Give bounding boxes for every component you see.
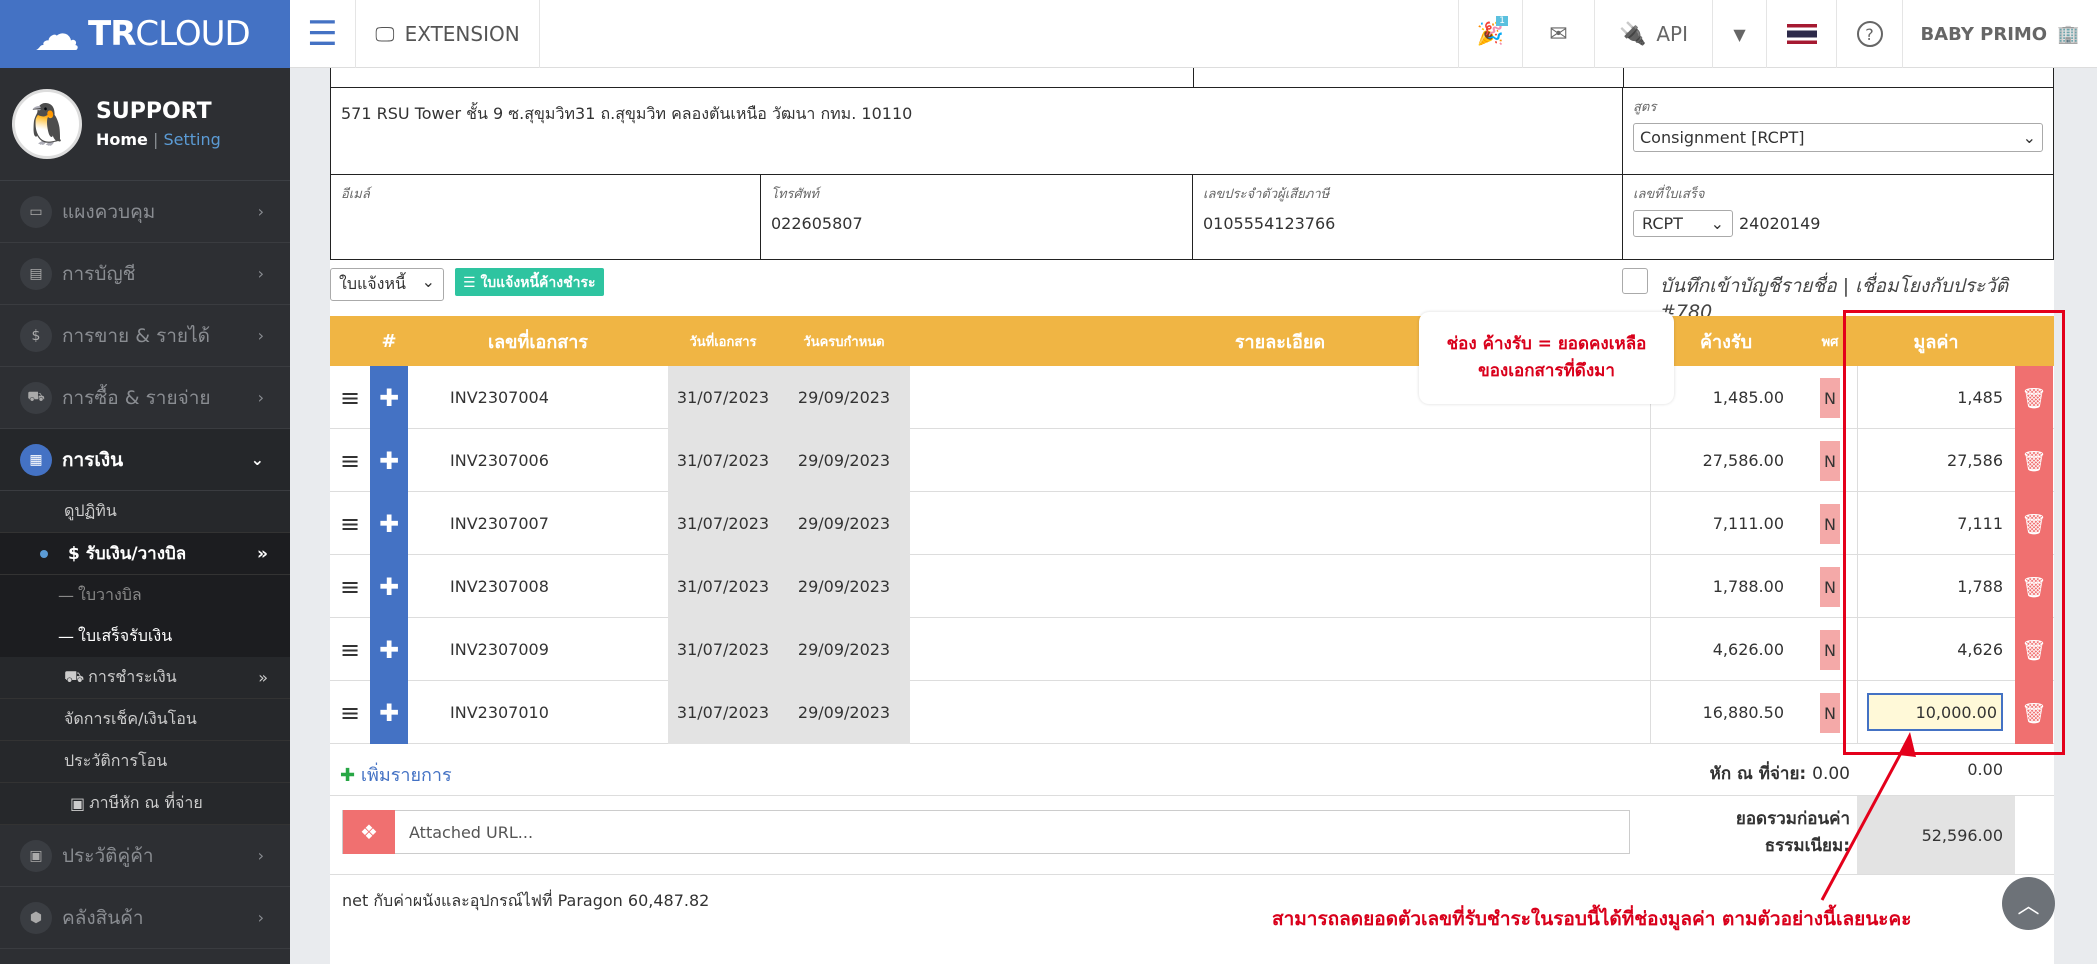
chevron-up-icon: ︿ <box>2017 893 2040 919</box>
annotation-note: สามารถลดยอดตัวเลขที่รับชำระในรอบนี้ได้ที… <box>1272 908 1912 930</box>
annotation-arrow <box>1820 732 1916 901</box>
scroll-top-button[interactable]: ︿ <box>2002 877 2055 930</box>
